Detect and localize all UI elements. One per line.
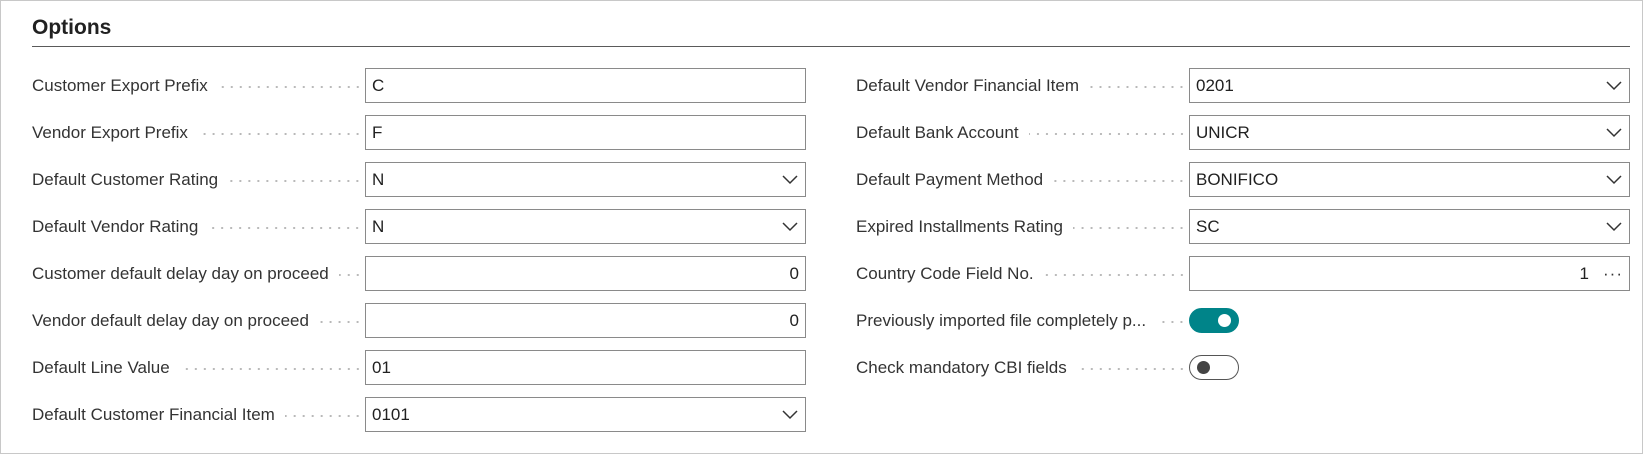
field-label[interactable]: Vendor default delay day on proceed <box>32 303 362 338</box>
vendor-delay-day-field: Vendor default delay day on proceed 0 <box>32 303 806 338</box>
field-label[interactable]: Default Vendor Rating <box>32 209 362 244</box>
field-label[interactable]: Default Vendor Financial Item <box>856 68 1186 103</box>
field-label[interactable]: Expired Installments Rating <box>856 209 1186 244</box>
lookup-ellipsis-icon[interactable]: ··· <box>1603 264 1623 284</box>
customer-export-prefix-field: Customer Export Prefix C <box>32 68 806 103</box>
field-label[interactable]: Default Customer Financial Item <box>32 397 362 432</box>
chevron-down-icon[interactable] <box>781 218 799 236</box>
leader-dots <box>1156 321 1186 323</box>
vendor-export-prefix-input[interactable]: F <box>365 115 806 150</box>
previously-imported-file-toggle[interactable] <box>1189 308 1239 333</box>
field-label[interactable]: Previously imported file completely p... <box>856 303 1186 338</box>
previously-imported-file-field: Previously imported file completely p... <box>856 303 1630 338</box>
country-code-field-no-field: Country Code Field No. 1 ··· <box>856 256 1630 291</box>
section-title: Options <box>32 16 112 39</box>
field-label[interactable]: Default Payment Method <box>856 162 1186 197</box>
check-mandatory-cbi-fields-field: Check mandatory CBI fields <box>856 350 1630 385</box>
default-bank-account-select[interactable]: UNICR <box>1189 115 1630 150</box>
leader-dots <box>1072 227 1186 229</box>
default-vendor-financial-item-field: Default Vendor Financial Item 0201 <box>856 68 1630 103</box>
leader-dots <box>197 133 362 135</box>
field-label[interactable]: Default Customer Rating <box>32 162 362 197</box>
default-payment-method-select[interactable]: BONIFICO <box>1189 162 1630 197</box>
customer-delay-day-field: Customer default delay day on proceed 0 <box>32 256 806 291</box>
default-line-value-field: Default Line Value 01 <box>32 350 806 385</box>
leader-dots <box>284 415 362 417</box>
default-vendor-rating-select[interactable]: N <box>365 209 806 244</box>
default-customer-rating-select[interactable]: N <box>365 162 806 197</box>
default-customer-financial-item-field: Default Customer Financial Item 0101 <box>32 397 806 432</box>
right-column: Default Vendor Financial Item 0201 Defau… <box>856 68 1630 397</box>
default-customer-financial-item-select[interactable]: 0101 <box>365 397 806 432</box>
chevron-down-icon[interactable] <box>1605 77 1623 95</box>
leader-dots <box>1089 86 1186 88</box>
field-label[interactable]: Default Line Value <box>32 350 362 385</box>
vendor-export-prefix-field: Vendor Export Prefix F <box>32 115 806 150</box>
customer-delay-day-input[interactable]: 0 <box>365 256 806 291</box>
chevron-down-icon[interactable] <box>1605 124 1623 142</box>
chevron-down-icon[interactable] <box>781 406 799 424</box>
leader-dots <box>228 180 362 182</box>
country-code-field-no-input[interactable]: 1 ··· <box>1189 256 1630 291</box>
leader-dots <box>318 321 362 323</box>
leader-dots <box>1028 133 1186 135</box>
leader-dots <box>1076 368 1186 370</box>
default-customer-rating-field: Default Customer Rating N <box>32 162 806 197</box>
field-label[interactable]: Check mandatory CBI fields <box>856 350 1186 385</box>
leader-dots <box>1053 180 1186 182</box>
default-vendor-financial-item-select[interactable]: 0201 <box>1189 68 1630 103</box>
leader-dots <box>1043 274 1186 276</box>
leader-dots <box>179 368 362 370</box>
leader-dots <box>217 86 362 88</box>
left-column: Customer Export Prefix C Vendor Export P… <box>32 68 806 444</box>
section-header[interactable]: Options <box>32 15 1630 47</box>
chevron-down-icon[interactable] <box>1605 218 1623 236</box>
expired-installments-rating-select[interactable]: SC <box>1189 209 1630 244</box>
field-label[interactable]: Customer default delay day on proceed <box>32 256 362 291</box>
default-vendor-rating-field: Default Vendor Rating N <box>32 209 806 244</box>
toggle-knob <box>1218 314 1231 327</box>
leader-dots <box>208 227 362 229</box>
default-payment-method-field: Default Payment Method BONIFICO <box>856 162 1630 197</box>
leader-dots <box>338 274 362 276</box>
vendor-delay-day-input[interactable]: 0 <box>365 303 806 338</box>
field-label[interactable]: Country Code Field No. <box>856 256 1186 291</box>
options-panel: Options Customer Export Prefix C Vendor … <box>0 0 1643 454</box>
chevron-down-icon[interactable] <box>781 171 799 189</box>
chevron-down-icon[interactable] <box>1605 171 1623 189</box>
expired-installments-rating-field: Expired Installments Rating SC <box>856 209 1630 244</box>
default-bank-account-field: Default Bank Account UNICR <box>856 115 1630 150</box>
field-label[interactable]: Default Bank Account <box>856 115 1186 150</box>
field-label[interactable]: Customer Export Prefix <box>32 68 362 103</box>
check-mandatory-cbi-fields-toggle[interactable] <box>1189 355 1239 380</box>
field-label[interactable]: Vendor Export Prefix <box>32 115 362 150</box>
toggle-knob <box>1197 361 1210 374</box>
default-line-value-input[interactable]: 01 <box>365 350 806 385</box>
customer-export-prefix-input[interactable]: C <box>365 68 806 103</box>
